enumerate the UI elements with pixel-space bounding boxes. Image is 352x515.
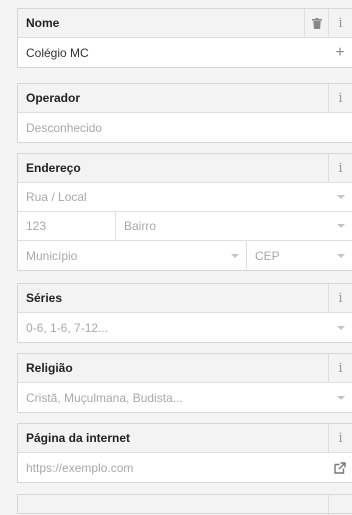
info-icon[interactable]: i	[328, 284, 352, 312]
field-header: Nome i	[18, 9, 352, 38]
field-label: Séries	[26, 291, 63, 305]
number-district-row: 123 Bairro	[18, 212, 352, 241]
plus-icon[interactable]: +	[328, 38, 352, 67]
postcode-input[interactable]: CEP	[247, 249, 280, 263]
chevron-down-icon[interactable]	[337, 395, 345, 400]
nome-input-row: Colégio MC +	[18, 38, 352, 67]
street-input-row: Rua / Local	[18, 183, 352, 212]
chevron-down-icon[interactable]	[337, 224, 345, 228]
field-religiao: Religião i Cristã, Muçulmana, Budista...	[17, 353, 352, 413]
city-input[interactable]: Município	[18, 249, 77, 263]
district-input[interactable]: Bairro	[116, 219, 156, 233]
chevron-down-icon[interactable]	[231, 253, 239, 258]
number-input[interactable]: 123	[18, 219, 46, 233]
website-input[interactable]: https://exemplo.com	[18, 461, 133, 475]
info-icon[interactable]: i	[328, 154, 352, 182]
field-label: Operador	[26, 91, 81, 105]
field-nome: Nome i Colégio MC +	[17, 8, 352, 68]
field-series: Séries i 0-6, 1-6, 7-12...	[17, 283, 352, 343]
field-label: Endereço	[26, 161, 81, 175]
field-header: Página da internet i	[18, 424, 352, 453]
field-header: Operador i	[18, 84, 352, 113]
chevron-down-icon[interactable]	[337, 253, 345, 258]
field-label: Nome	[26, 16, 60, 30]
operador-input-row: Desconhecido	[18, 113, 352, 142]
city-cell: Município	[18, 241, 247, 270]
info-icon[interactable]: i	[328, 354, 352, 382]
field-header: Religião i	[18, 354, 352, 383]
field-label: Religião	[26, 361, 73, 375]
series-input[interactable]: 0-6, 1-6, 7-12...	[18, 321, 108, 335]
number-cell: 123	[18, 212, 116, 240]
series-input-row: 0-6, 1-6, 7-12...	[18, 313, 352, 342]
field-endereco: Endereço i Rua / Local 123 Bairro Municí…	[17, 153, 352, 271]
field-next	[17, 494, 352, 515]
field-header: Séries i	[18, 284, 352, 313]
chevron-down-icon[interactable]	[337, 195, 345, 199]
religiao-input-row: Cristã, Muçulmana, Budista...	[18, 383, 352, 412]
nome-input[interactable]: Colégio MC	[18, 46, 89, 60]
info-icon[interactable]: i	[328, 9, 352, 37]
info-icon[interactable]: i	[328, 424, 352, 452]
district-cell: Bairro	[116, 212, 352, 240]
info-icon[interactable]	[328, 495, 352, 515]
trash-icon[interactable]	[304, 9, 328, 37]
external-link-icon[interactable]	[328, 453, 352, 482]
city-postcode-row: Município CEP	[18, 241, 352, 270]
operador-input[interactable]: Desconhecido	[18, 121, 102, 135]
field-header: Endereço i	[18, 154, 352, 183]
field-label: Página da internet	[26, 431, 131, 445]
postcode-cell: CEP	[247, 241, 352, 270]
website-input-row: https://exemplo.com	[18, 453, 352, 482]
religiao-input[interactable]: Cristã, Muçulmana, Budista...	[18, 391, 183, 405]
chevron-down-icon[interactable]	[337, 325, 345, 330]
field-operador: Operador i Desconhecido	[17, 83, 352, 143]
info-icon[interactable]: i	[328, 84, 352, 112]
street-input[interactable]: Rua / Local	[18, 190, 87, 204]
field-website: Página da internet i https://exemplo.com	[17, 423, 352, 483]
